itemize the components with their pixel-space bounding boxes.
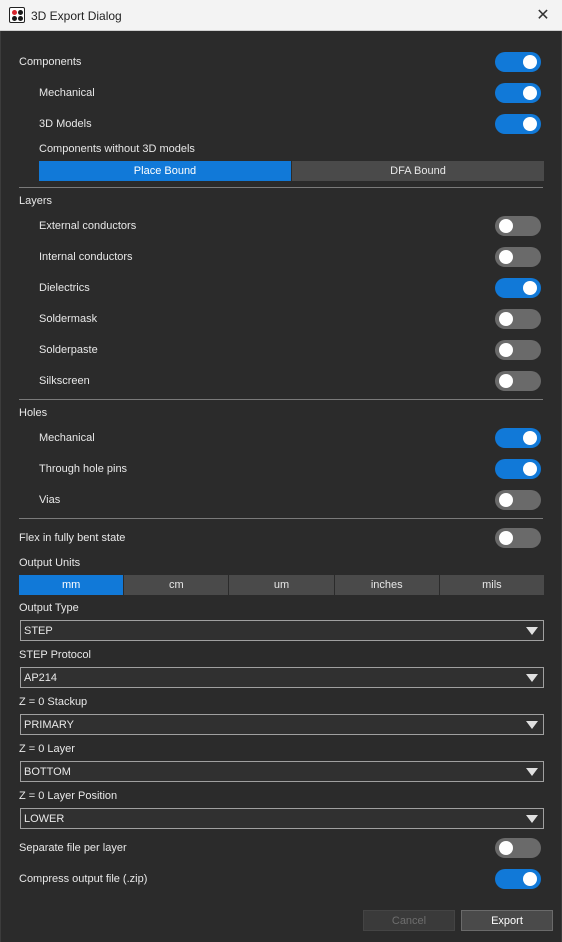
- hole-item: Through hole pins: [39, 458, 127, 480]
- dropdown-arrow-icon: [526, 674, 538, 682]
- layer-item: Silkscreen: [39, 370, 90, 392]
- unit-cm-option[interactable]: cm: [124, 575, 230, 595]
- components-toggle[interactable]: [495, 52, 541, 72]
- without-models-segmented: Place Bound DFA Bound: [39, 161, 544, 181]
- dielectrics-label: Dielectrics: [39, 282, 90, 294]
- step-protocol-select[interactable]: AP214: [20, 667, 544, 688]
- without-models-row: Components without 3D models: [39, 138, 195, 160]
- vias-toggle[interactable]: [495, 490, 541, 510]
- window-title: 3D Export Dialog: [31, 9, 122, 23]
- mechanical-row: Mechanical: [39, 82, 95, 104]
- output-type-select[interactable]: STEP: [20, 620, 544, 641]
- unit-mils-option[interactable]: mils: [439, 575, 545, 595]
- components-label: Components: [19, 56, 82, 68]
- compress-row: Compress output file (.zip): [19, 868, 147, 890]
- z-layer-row: Z = 0 Layer: [19, 738, 75, 760]
- output-type-row: Output Type: [19, 597, 79, 619]
- z-layer-value: BOTTOM: [24, 765, 71, 778]
- holes-mechanical-label: Mechanical: [39, 432, 95, 444]
- z-layer-select[interactable]: BOTTOM: [20, 761, 544, 782]
- output-type-value: STEP: [24, 624, 53, 637]
- external-conductors-toggle[interactable]: [495, 216, 541, 236]
- soldermask-label: Soldermask: [39, 313, 98, 325]
- unit-um-option[interactable]: um: [229, 575, 335, 595]
- export-button[interactable]: Export: [461, 910, 553, 931]
- divider: [19, 399, 543, 400]
- z-layer-label: Z = 0 Layer: [19, 743, 75, 755]
- step-protocol-row: STEP Protocol: [19, 644, 91, 666]
- output-units-row: Output Units: [19, 552, 80, 574]
- external-conductors-label: External conductors: [39, 220, 137, 232]
- hole-item: Vias: [39, 489, 60, 511]
- z-layer-position-row: Z = 0 Layer Position: [19, 785, 117, 807]
- z-layer-position-select[interactable]: LOWER: [20, 808, 544, 829]
- holes-label: Holes: [19, 407, 48, 419]
- dialog-body: Components Mechanical 3D Models Componen…: [0, 31, 562, 942]
- dropdown-arrow-icon: [526, 627, 538, 635]
- holes-row: Holes: [19, 402, 47, 424]
- without-models-label: Components without 3D models: [39, 143, 195, 155]
- z-layer-position-value: LOWER: [24, 812, 65, 825]
- step-protocol-value: AP214: [24, 671, 58, 684]
- silkscreen-label: Silkscreen: [39, 375, 90, 387]
- output-type-label: Output Type: [19, 602, 79, 614]
- z-stackup-value: PRIMARY: [24, 718, 74, 731]
- dropdown-arrow-icon: [526, 721, 538, 729]
- through-hole-pins-toggle[interactable]: [495, 459, 541, 479]
- dielectrics-toggle[interactable]: [495, 278, 541, 298]
- flex-label: Flex in fully bent state: [19, 532, 126, 544]
- 3d-models-toggle[interactable]: [495, 114, 541, 134]
- layers-row: Layers: [19, 190, 52, 212]
- layer-item: Solderpaste: [39, 339, 98, 361]
- divider: [19, 187, 543, 188]
- dropdown-arrow-icon: [526, 815, 538, 823]
- separate-file-label: Separate file per layer: [19, 842, 127, 854]
- z-stackup-select[interactable]: PRIMARY: [20, 714, 544, 735]
- output-units-segmented: mm cm um inches mils: [19, 575, 545, 595]
- internal-conductors-label: Internal conductors: [39, 251, 133, 263]
- layer-item: External conductors: [39, 215, 136, 237]
- layer-item: Internal conductors: [39, 246, 133, 268]
- unit-inches-option[interactable]: inches: [334, 575, 440, 595]
- step-protocol-label: STEP Protocol: [19, 649, 91, 661]
- separate-file-row: Separate file per layer: [19, 837, 127, 859]
- internal-conductors-toggle[interactable]: [495, 247, 541, 267]
- solderpaste-label: Solderpaste: [39, 344, 98, 356]
- through-hole-pins-label: Through hole pins: [39, 463, 128, 475]
- z-stackup-row: Z = 0 Stackup: [19, 691, 87, 713]
- compress-toggle[interactable]: [495, 869, 541, 889]
- dropdown-arrow-icon: [526, 768, 538, 776]
- hole-item: Mechanical: [39, 427, 95, 449]
- mechanical-label: Mechanical: [39, 87, 95, 99]
- app-logo-icon: [9, 7, 25, 23]
- place-bound-option[interactable]: Place Bound: [39, 161, 292, 181]
- holes-mechanical-toggle[interactable]: [495, 428, 541, 448]
- solderpaste-toggle[interactable]: [495, 340, 541, 360]
- flex-row: Flex in fully bent state: [19, 527, 125, 549]
- close-icon[interactable]: ✕: [532, 4, 554, 26]
- 3d-models-label: 3D Models: [39, 118, 92, 130]
- 3d-models-row: 3D Models: [39, 113, 92, 135]
- silkscreen-toggle[interactable]: [495, 371, 541, 391]
- soldermask-toggle[interactable]: [495, 309, 541, 329]
- components-row: Components: [19, 51, 81, 73]
- vias-label: Vias: [39, 494, 61, 506]
- z-stackup-label: Z = 0 Stackup: [19, 696, 88, 708]
- unit-mm-option[interactable]: mm: [19, 575, 125, 595]
- mechanical-toggle[interactable]: [495, 83, 541, 103]
- layer-item: Soldermask: [39, 308, 97, 330]
- compress-label: Compress output file (.zip): [19, 873, 148, 885]
- layers-label: Layers: [19, 195, 53, 207]
- flex-toggle[interactable]: [495, 528, 541, 548]
- layer-item: Dielectrics: [39, 277, 90, 299]
- separate-file-toggle[interactable]: [495, 838, 541, 858]
- divider: [19, 518, 543, 519]
- z-layer-position-label: Z = 0 Layer Position: [19, 790, 118, 802]
- dfa-bound-option[interactable]: DFA Bound: [292, 161, 544, 181]
- cancel-button[interactable]: Cancel: [363, 910, 455, 931]
- output-units-label: Output Units: [19, 557, 81, 569]
- title-bar: 3D Export Dialog ✕: [0, 0, 562, 31]
